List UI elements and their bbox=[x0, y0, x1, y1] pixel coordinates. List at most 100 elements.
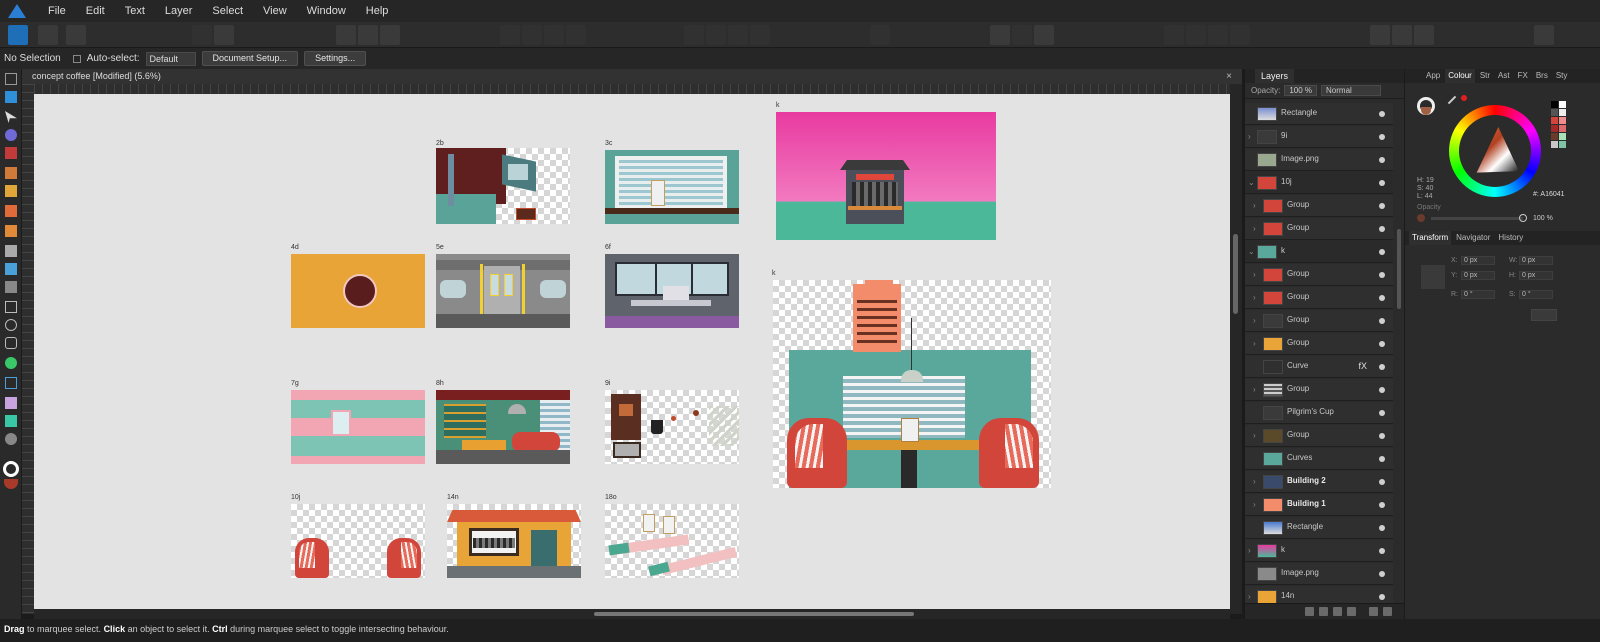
layer-row[interactable]: › Group bbox=[1245, 379, 1393, 401]
export-persona-icon[interactable] bbox=[66, 25, 86, 45]
artboard-10j[interactable] bbox=[291, 504, 425, 578]
menu-layer[interactable]: Layer bbox=[155, 5, 203, 17]
collapse-arrow-icon[interactable]: ⌄ bbox=[1248, 178, 1255, 187]
tab-styles[interactable]: Sty bbox=[1553, 69, 1571, 83]
layer-row[interactable]: Rectangle bbox=[1245, 103, 1393, 125]
swatch[interactable] bbox=[1559, 141, 1566, 148]
expand-arrow-icon[interactable]: › bbox=[1253, 477, 1256, 486]
rotation-field[interactable]: 0 ° bbox=[1461, 290, 1495, 299]
insert-top-icon[interactable] bbox=[1230, 25, 1250, 45]
stroke-color-icon[interactable] bbox=[3, 461, 19, 477]
layer-row[interactable]: Rectangle bbox=[1245, 517, 1393, 539]
layer-row[interactable]: ⌄ k bbox=[1245, 241, 1393, 263]
artboard-7g[interactable] bbox=[291, 390, 425, 464]
layer-row[interactable]: › k bbox=[1245, 540, 1393, 562]
slice-tool-icon[interactable] bbox=[5, 415, 17, 427]
transparency-tool-icon[interactable] bbox=[5, 245, 17, 257]
layer-row[interactable]: › Group bbox=[1245, 310, 1393, 332]
visibility-icon[interactable] bbox=[1379, 456, 1385, 462]
flip-h-icon[interactable] bbox=[500, 25, 520, 45]
eyedropper-icon[interactable] bbox=[1447, 95, 1457, 105]
insert-inside-icon[interactable] bbox=[1186, 25, 1206, 45]
visibility-icon[interactable] bbox=[1379, 295, 1385, 301]
layer-row[interactable]: › Building 1 bbox=[1245, 494, 1393, 516]
rounded-rect-tool-icon[interactable] bbox=[5, 337, 17, 349]
artboard-9i[interactable] bbox=[605, 390, 739, 464]
expand-arrow-icon[interactable]: › bbox=[1253, 201, 1256, 210]
corner-tool-icon[interactable] bbox=[5, 147, 17, 159]
visibility-icon[interactable] bbox=[1379, 548, 1385, 554]
place-image-icon[interactable] bbox=[5, 263, 17, 275]
opacity-value[interactable]: 100 % bbox=[1533, 215, 1553, 222]
distribute-icon[interactable] bbox=[358, 25, 378, 45]
node-tool-icon[interactable] bbox=[5, 111, 17, 123]
layer-row[interactable]: Curve fX bbox=[1245, 356, 1393, 378]
opacity-dropdown[interactable]: 100 % bbox=[1284, 85, 1318, 96]
artboard-3c[interactable] bbox=[605, 150, 739, 224]
flip-v-icon[interactable] bbox=[522, 25, 542, 45]
expand-arrow-icon[interactable]: › bbox=[1253, 431, 1256, 440]
expand-arrow-icon[interactable]: › bbox=[1253, 339, 1256, 348]
expand-arrow-icon[interactable]: › bbox=[1253, 500, 1256, 509]
swatch[interactable] bbox=[1551, 101, 1558, 108]
swatch[interactable] bbox=[1551, 117, 1558, 124]
menu-select[interactable]: Select bbox=[202, 5, 253, 17]
x-field[interactable]: 0 px bbox=[1461, 256, 1495, 265]
arrange-icon[interactable] bbox=[380, 25, 400, 45]
snap-toggle-icon[interactable] bbox=[990, 25, 1010, 45]
visibility-icon[interactable] bbox=[1379, 594, 1385, 600]
layer-row[interactable]: ⌄ 10j bbox=[1245, 172, 1393, 194]
text-tool-icon[interactable] bbox=[5, 377, 17, 389]
layer-row[interactable]: › Building 2 bbox=[1245, 471, 1393, 493]
delete-layer-icon[interactable] bbox=[1383, 607, 1392, 616]
expand-arrow-icon[interactable]: › bbox=[1253, 293, 1256, 302]
visibility-icon[interactable] bbox=[1379, 226, 1385, 232]
layer-row[interactable]: Curves bbox=[1245, 448, 1393, 470]
tab-history[interactable]: History bbox=[1495, 231, 1526, 245]
move-forward-icon[interactable] bbox=[728, 25, 748, 45]
pixel-persona-icon[interactable] bbox=[38, 25, 58, 45]
layer-row[interactable]: › Group bbox=[1245, 425, 1393, 447]
tab-fx[interactable]: FX bbox=[1515, 69, 1531, 83]
visibility-icon[interactable] bbox=[1379, 318, 1385, 324]
visibility-icon[interactable] bbox=[1379, 433, 1385, 439]
menu-edit[interactable]: Edit bbox=[76, 5, 115, 17]
visibility-icon[interactable] bbox=[1379, 180, 1385, 186]
move-back-icon[interactable] bbox=[684, 25, 704, 45]
visibility-icon[interactable] bbox=[1379, 249, 1385, 255]
layer-row[interactable]: Pilgrim's Cup bbox=[1245, 402, 1393, 424]
auto-select-checkbox[interactable] bbox=[72, 54, 81, 63]
mask-icon[interactable] bbox=[1305, 607, 1314, 616]
move-front-icon[interactable] bbox=[750, 25, 770, 45]
vector-brush-icon[interactable] bbox=[5, 205, 17, 217]
ellipse-tool-icon[interactable] bbox=[5, 319, 17, 331]
menu-help[interactable]: Help bbox=[356, 5, 399, 17]
visibility-icon[interactable] bbox=[1379, 134, 1385, 140]
swatch[interactable] bbox=[1551, 141, 1558, 148]
colour-triangle[interactable] bbox=[1476, 127, 1519, 173]
visibility-icon[interactable] bbox=[1379, 157, 1385, 163]
menu-window[interactable]: Window bbox=[297, 5, 356, 17]
artboard-k-cafe-kiosk[interactable] bbox=[776, 112, 996, 240]
canvas[interactable]: 2b 3c k 4d 5e 6f k 7g 8h 9i 10j 14n 18o bbox=[34, 94, 1230, 609]
swatch[interactable] bbox=[1559, 117, 1566, 124]
color-picker-icon[interactable] bbox=[1414, 25, 1434, 45]
expand-arrow-icon[interactable]: › bbox=[1253, 316, 1256, 325]
tab-assets[interactable]: Ast bbox=[1495, 69, 1513, 83]
artboard-18o[interactable] bbox=[605, 504, 739, 578]
point-transform-icon[interactable] bbox=[5, 129, 17, 141]
menu-file[interactable]: File bbox=[38, 5, 76, 17]
boolean-icon[interactable] bbox=[870, 25, 890, 45]
artboard-5e[interactable] bbox=[436, 254, 570, 328]
align-icon[interactable] bbox=[336, 25, 356, 45]
view-mode-icon[interactable] bbox=[192, 25, 212, 45]
layer-row[interactable]: › Group bbox=[1245, 333, 1393, 355]
horizontal-scrollbar[interactable] bbox=[34, 609, 1230, 619]
visibility-icon[interactable] bbox=[1379, 111, 1385, 117]
anchor-selector-icon[interactable] bbox=[1421, 265, 1445, 289]
rotate-left-icon[interactable] bbox=[544, 25, 564, 45]
fx-icon[interactable] bbox=[1333, 607, 1342, 616]
auto-select-dropdown[interactable]: Default bbox=[145, 51, 196, 66]
visibility-icon[interactable] bbox=[1379, 525, 1385, 531]
group-icon[interactable] bbox=[1347, 607, 1356, 616]
